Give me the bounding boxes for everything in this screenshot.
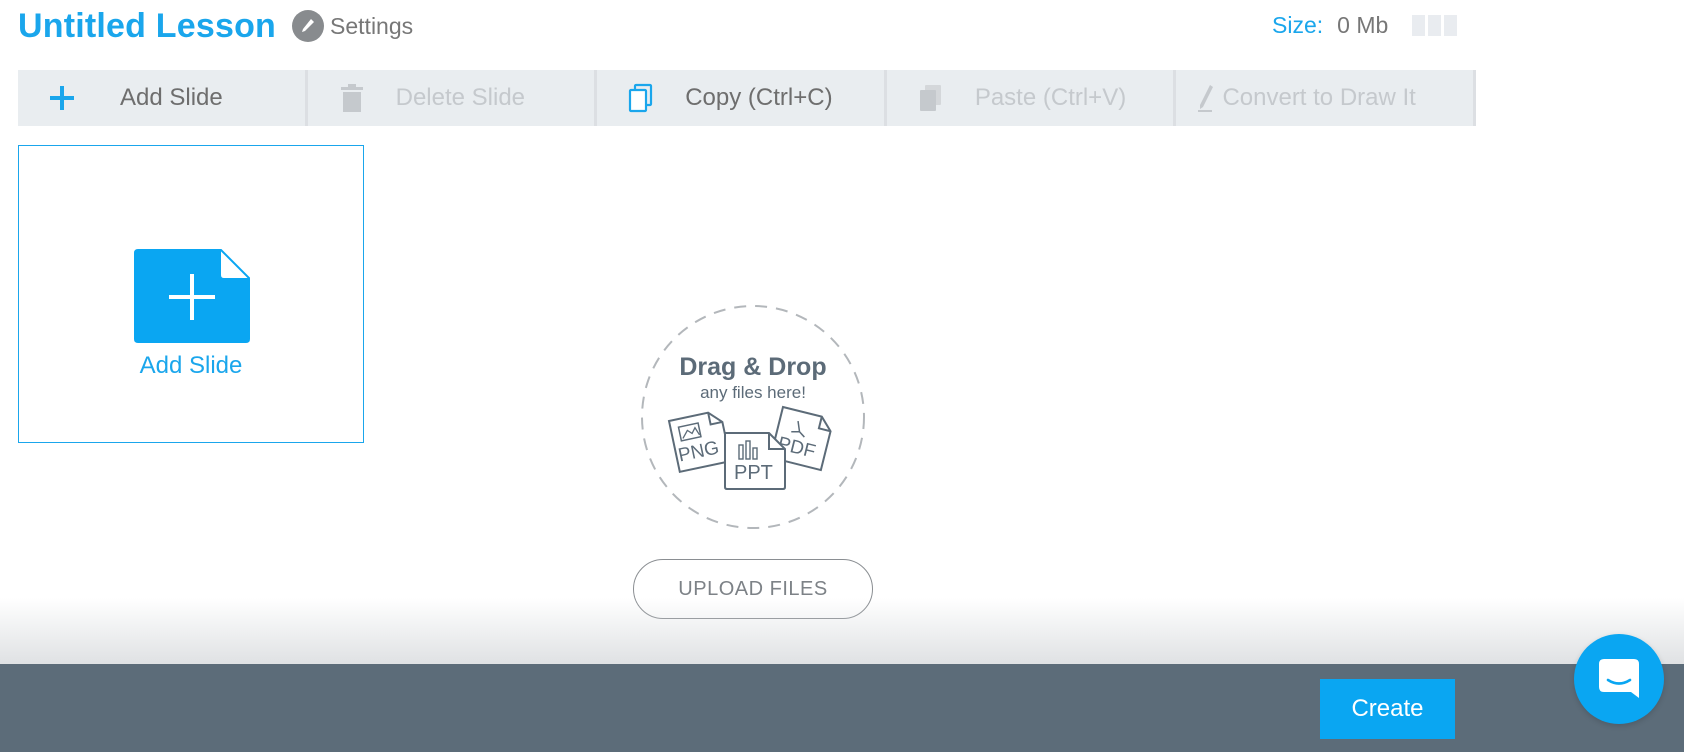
delete-slide-button[interactable]: Delete Slide: [308, 70, 598, 126]
chat-support-icon[interactable]: [1574, 634, 1664, 724]
add-slide-card-label: Add Slide: [139, 352, 243, 379]
delete-slide-label: Delete Slide: [395, 84, 526, 111]
size-value: 0 Mb: [1337, 12, 1389, 38]
footer-shadow: [0, 598, 1684, 664]
new-slide-icon: [134, 246, 253, 348]
add-slide-button[interactable]: Add Slide: [18, 70, 308, 126]
settings-button[interactable]: Settings: [292, 10, 413, 42]
convert-button[interactable]: Convert to Draw It: [1176, 70, 1477, 126]
paste-button[interactable]: Paste (Ctrl+V): [887, 70, 1177, 126]
svg-text:PPT: PPT: [734, 462, 773, 484]
create-button[interactable]: Create: [1320, 679, 1455, 739]
copy-label: Copy (Ctrl+C): [685, 84, 833, 111]
pencil-icon: [292, 10, 325, 42]
pencil-icon: [1196, 82, 1218, 114]
header: Untitled Lesson Settings: [18, 0, 413, 52]
file-dropzone[interactable]: PNG PDF PPT Drag & Drop any files here!: [639, 303, 867, 531]
lesson-editor: Untitled Lesson Settings Size: 0 Mb Add …: [0, 0, 1684, 752]
dropzone-title: Drag & Drop: [679, 353, 827, 381]
dropzone-circle-icon: PNG PDF PPT: [641, 305, 865, 529]
convert-label: Convert to Draw It: [1222, 84, 1416, 111]
trash-icon: [338, 82, 378, 114]
paste-label: Paste (Ctrl+V): [974, 84, 1127, 111]
size-label: Size:: [1272, 12, 1324, 38]
lesson-title[interactable]: Untitled Lesson: [18, 7, 276, 46]
slide-toolbar: Add Slide Delete Slide Copy (Ctrl+C) Pas…: [18, 70, 1477, 126]
copy-icon: [627, 82, 667, 114]
size-meter-icon: [1412, 15, 1460, 36]
plus-icon: [48, 82, 88, 114]
add-slide-card[interactable]: Add Slide: [18, 145, 364, 443]
dropzone-subtitle: any files here!: [700, 383, 806, 402]
copy-button[interactable]: Copy (Ctrl+C): [597, 70, 887, 126]
paste-icon: [917, 82, 957, 114]
settings-label: Settings: [330, 12, 414, 39]
add-slide-label: Add Slide: [120, 84, 223, 111]
size-indicator: Size: 0 Mb: [1272, 12, 1460, 39]
